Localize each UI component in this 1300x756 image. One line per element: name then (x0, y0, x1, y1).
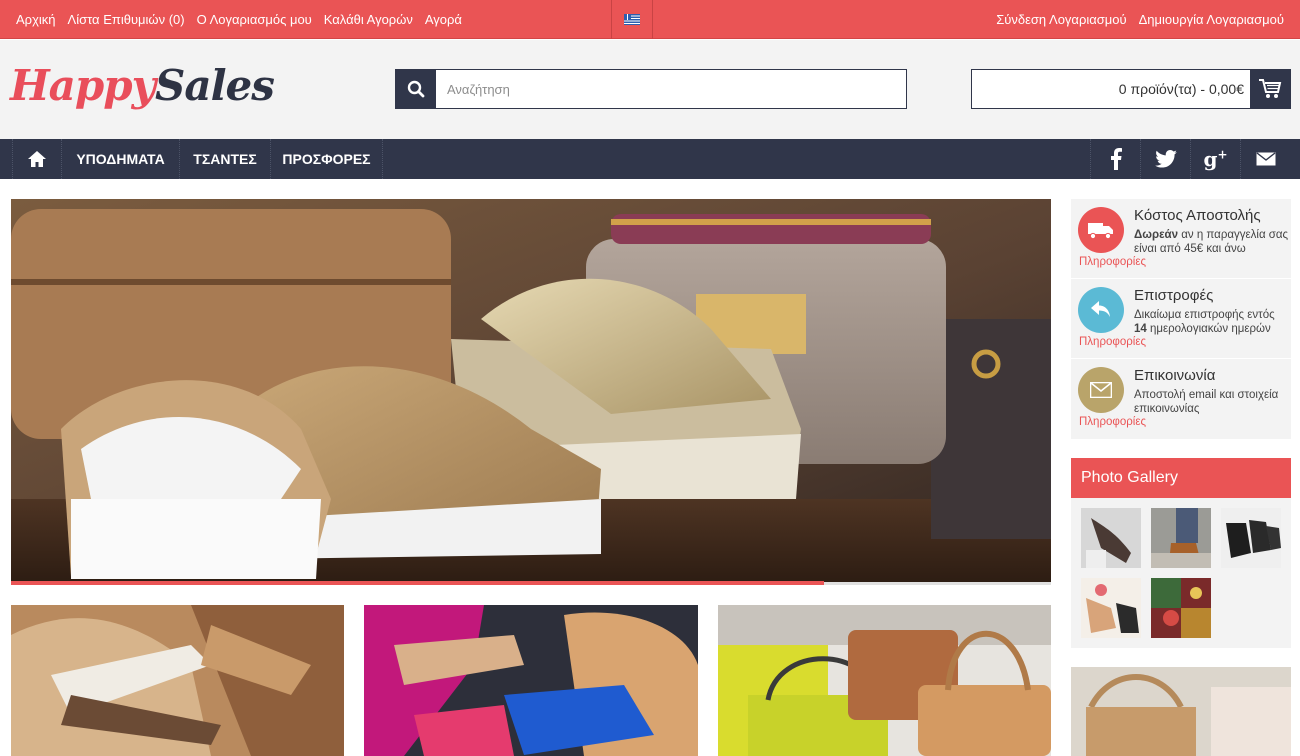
returns-more-link[interactable]: Πληροφορίες (1079, 336, 1146, 348)
nav-bags[interactable]: ΤΣΑΝΤΕΣ (180, 139, 271, 179)
mail-icon (1256, 152, 1275, 166)
search-button[interactable] (396, 70, 436, 108)
truck-icon (1088, 223, 1113, 239)
main-nav: ΥΠΟΔΗΜΑΤΑ ΤΣΑΝΤΕΣ ΠΡΟΣΦΟΡΕΣ g+ (0, 139, 1300, 179)
top-links: Αρχική Λίστα Επιθυμιών (0) Ο Λογαριασμός… (16, 0, 462, 39)
logo-part-2: Sales (155, 61, 275, 110)
google-plus-link[interactable]: g+ (1190, 139, 1240, 179)
category-banner-sandals[interactable] (11, 605, 344, 756)
facebook-link[interactable] (1090, 139, 1140, 179)
gallery-photo-4 (1081, 578, 1141, 638)
google-plus-icon: g+ (1203, 147, 1228, 171)
home-link[interactable]: Αρχική (16, 12, 56, 27)
sandals-image (11, 605, 344, 756)
truck-icon-circle (1078, 207, 1124, 253)
gallery-image-5[interactable] (1151, 578, 1211, 638)
cart-link[interactable]: Καλάθι Αγορών (324, 12, 413, 27)
gallery-image-3[interactable] (1221, 508, 1281, 568)
email-link[interactable] (1240, 139, 1290, 179)
shipping-desc: Δωρεάν αν η παραγγελία σας είναι από 45€… (1134, 228, 1289, 256)
search-bar (395, 69, 907, 109)
shopping-cart-icon (1259, 79, 1282, 98)
return-icon-circle (1078, 287, 1124, 333)
nav-shoes[interactable]: ΥΠΟΔΗΜΑΤΑ (62, 139, 180, 179)
checkout-link[interactable]: Αγορά (425, 12, 462, 27)
returns-desc: Δικαίωμα επιστροφής εντός 14 ημερολογιακ… (1134, 308, 1289, 336)
gallery-title: Photo Gallery (1071, 458, 1291, 498)
slider-progress-bar (11, 581, 824, 585)
logo-part-1: Happy (10, 61, 156, 110)
twitter-link[interactable] (1140, 139, 1190, 179)
sidebar-promo-banner[interactable] (1071, 667, 1291, 756)
nav-offers[interactable]: ΠΡΟΣΦΟΡΕΣ (271, 139, 383, 179)
shipping-more-link[interactable]: Πληροφορίες (1079, 256, 1146, 268)
info-panel: Κόστος Αποστολής Δωρεάν αν η παραγγελία … (1071, 199, 1291, 439)
photo-gallery: Photo Gallery (1071, 458, 1291, 648)
returns-desc-pre: Δικαίωμα επιστροφής εντός (1134, 309, 1275, 321)
contact-more-link[interactable]: Πληροφορίες (1079, 416, 1146, 428)
twitter-icon (1154, 150, 1177, 168)
bags-image (718, 605, 1051, 756)
hero-image (11, 199, 1051, 582)
category-banner-bags[interactable] (718, 605, 1051, 756)
facebook-icon (1110, 148, 1122, 170)
gallery-photo-5 (1151, 578, 1211, 638)
hero-slider[interactable] (11, 199, 1051, 585)
category-banner-heels[interactable] (364, 605, 698, 756)
login-link[interactable]: Σύνδεση Λογαριασμού (996, 12, 1126, 27)
account-links: Σύνδεση Λογαριασμού Δημιουργία Λογαριασμ… (996, 0, 1284, 39)
contact-desc: Αποστολή email και στοιχεία επικοινωνίας (1134, 389, 1279, 415)
greek-flag-icon (624, 14, 640, 25)
search-input[interactable] (436, 70, 906, 108)
header: HappySales 0 προϊόν(τα) - 0,00€ (0, 40, 1300, 139)
heels-image (364, 605, 698, 756)
shipping-info: Κόστος Αποστολής Δωρεάν αν η παραγγελία … (1071, 199, 1291, 279)
register-link[interactable]: Δημιουργία Λογαριασμού (1139, 12, 1284, 27)
account-link[interactable]: Ο Λογαριασμός μου (197, 12, 312, 27)
nav-home[interactable] (12, 139, 62, 179)
shipping-desc-bold: Δωρεάν (1134, 229, 1179, 241)
cart-summary[interactable]: 0 προϊόν(τα) - 0,00€ (972, 70, 1250, 108)
returns-desc-post: ημερολογιακών ημερών (1146, 323, 1271, 335)
envelope-icon (1090, 382, 1112, 398)
returns-title: Επιστροφές (1134, 287, 1214, 304)
cart-widget[interactable]: 0 προϊόν(τα) - 0,00€ (971, 69, 1291, 109)
contact-title: Επικοινωνία (1134, 367, 1216, 384)
returns-desc-bold: 14 (1134, 323, 1147, 335)
envelope-icon-circle (1078, 367, 1124, 413)
gallery-image-4[interactable] (1081, 578, 1141, 638)
gallery-photo-3 (1221, 508, 1281, 568)
contact-info: Επικοινωνία Αποστολή email και στοιχεία … (1071, 359, 1291, 439)
language-selector[interactable] (611, 0, 653, 39)
wishlist-link[interactable]: Λίστα Επιθυμιών (0) (68, 12, 185, 27)
returns-info: Επιστροφές Δικαίωμα επιστροφής εντός 14 … (1071, 279, 1291, 359)
home-icon (28, 151, 46, 167)
logo[interactable]: HappySales (10, 58, 275, 114)
return-arrow-icon (1091, 301, 1110, 317)
top-bar: Αρχική Λίστα Επιθυμιών (0) Ο Λογαριασμός… (0, 0, 1300, 39)
search-icon (407, 80, 425, 98)
cart-button[interactable] (1250, 70, 1290, 108)
gallery-image-1[interactable] (1081, 508, 1141, 568)
shipping-title: Κόστος Αποστολής (1134, 207, 1261, 224)
gallery-photo-2 (1151, 508, 1211, 568)
gallery-image-2[interactable] (1151, 508, 1211, 568)
sidebar-promo-image (1071, 667, 1291, 756)
gallery-photo-1 (1081, 508, 1141, 568)
